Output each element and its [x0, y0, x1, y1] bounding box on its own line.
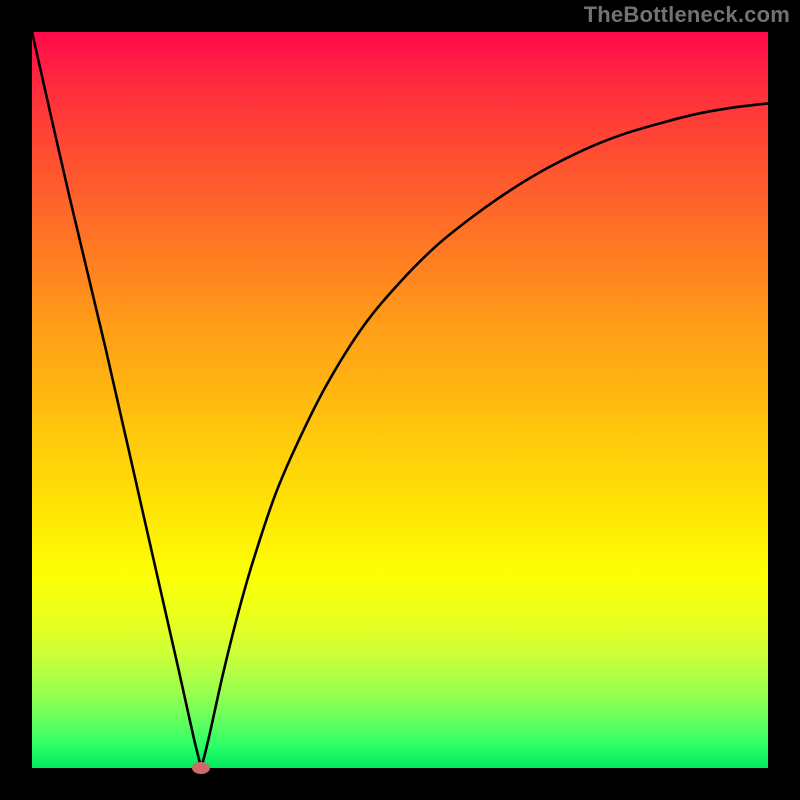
- chart-frame: TheBottleneck.com: [0, 0, 800, 800]
- minimum-point-marker: [192, 762, 210, 774]
- plot-area: [32, 32, 768, 768]
- watermark-text: TheBottleneck.com: [584, 2, 790, 28]
- bottleneck-curve: [32, 32, 768, 768]
